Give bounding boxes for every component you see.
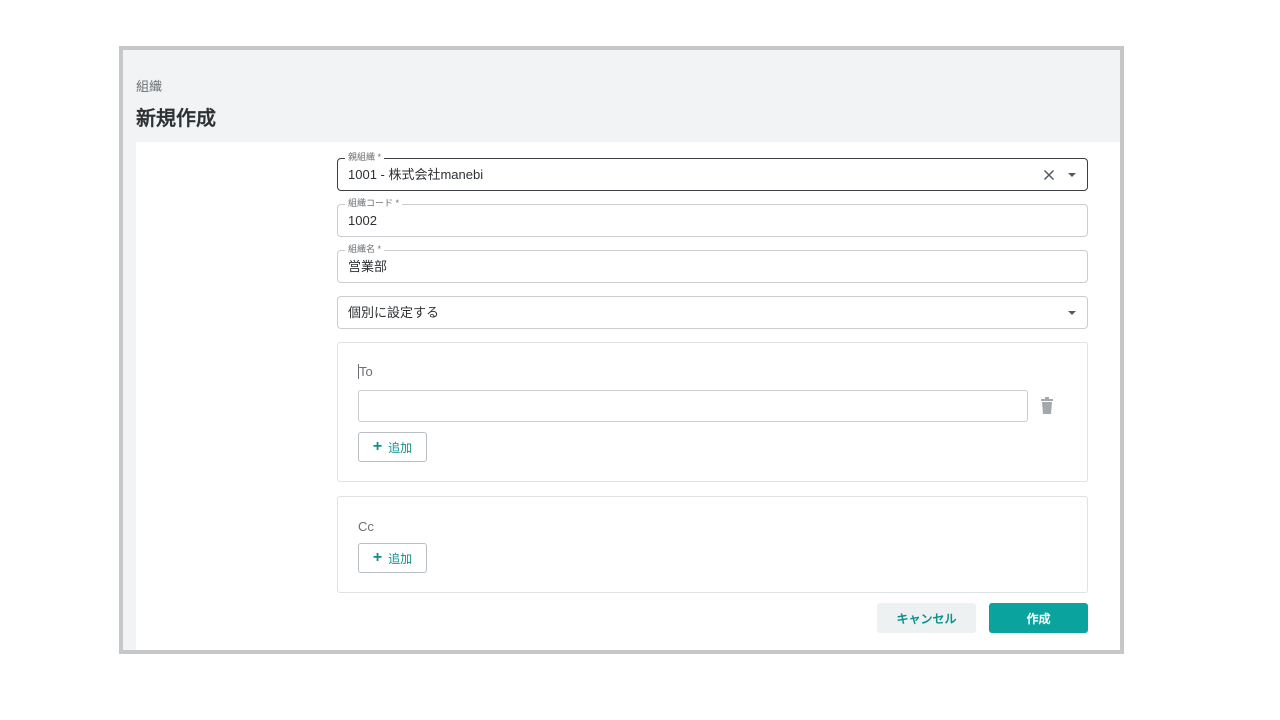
cc-add-label: 追加 bbox=[388, 551, 413, 566]
form-content: 親組織 * 1001 - 株式会社manebi 組織コード * 1002 組織名… bbox=[136, 142, 1120, 650]
caret-down-icon bbox=[1068, 311, 1076, 315]
to-email-input[interactable] bbox=[358, 390, 1028, 422]
to-label-text: To bbox=[359, 364, 373, 379]
to-label: To bbox=[358, 364, 373, 379]
create-button[interactable]: 作成 bbox=[989, 603, 1088, 633]
to-panel: To + 追加 bbox=[337, 342, 1088, 482]
close-icon[interactable] bbox=[1041, 167, 1057, 183]
caret-down-icon[interactable] bbox=[1065, 168, 1079, 182]
org-code-value: 1002 bbox=[348, 213, 377, 228]
to-add-label: 追加 bbox=[388, 440, 413, 455]
plus-icon: + bbox=[372, 438, 383, 455]
notification-setting-select[interactable]: 個別に設定する bbox=[337, 296, 1088, 329]
to-add-button[interactable]: + 追加 bbox=[358, 432, 427, 462]
parent-org-select[interactable]: 親組織 * 1001 - 株式会社manebi bbox=[337, 152, 1088, 191]
breadcrumb[interactable]: 組織 bbox=[136, 76, 162, 95]
plus-icon: + bbox=[372, 549, 383, 566]
parent-org-label: 親組織 * bbox=[345, 152, 385, 163]
trash-icon[interactable] bbox=[1040, 397, 1054, 415]
cc-panel: Cc + 追加 bbox=[337, 496, 1088, 593]
notification-setting-value: 個別に設定する bbox=[348, 305, 440, 320]
org-name-field[interactable]: 組織名 * 営業部 bbox=[337, 244, 1088, 283]
org-name-value: 営業部 bbox=[348, 259, 388, 274]
org-code-label: 組織コード * bbox=[345, 198, 403, 209]
org-name-label: 組織名 * bbox=[345, 244, 385, 255]
dialog-frame: 組織 新規作成 親組織 * 1001 - 株式会社manebi 組織コード * … bbox=[119, 46, 1124, 654]
page-title: 新規作成 bbox=[136, 108, 216, 130]
cancel-button[interactable]: キャンセル bbox=[877, 603, 976, 633]
parent-org-value: 1001 - 株式会社manebi bbox=[348, 167, 484, 182]
cc-label: Cc bbox=[358, 519, 374, 534]
org-code-field[interactable]: 組織コード * 1002 bbox=[337, 198, 1088, 237]
cc-add-button[interactable]: + 追加 bbox=[358, 543, 427, 573]
